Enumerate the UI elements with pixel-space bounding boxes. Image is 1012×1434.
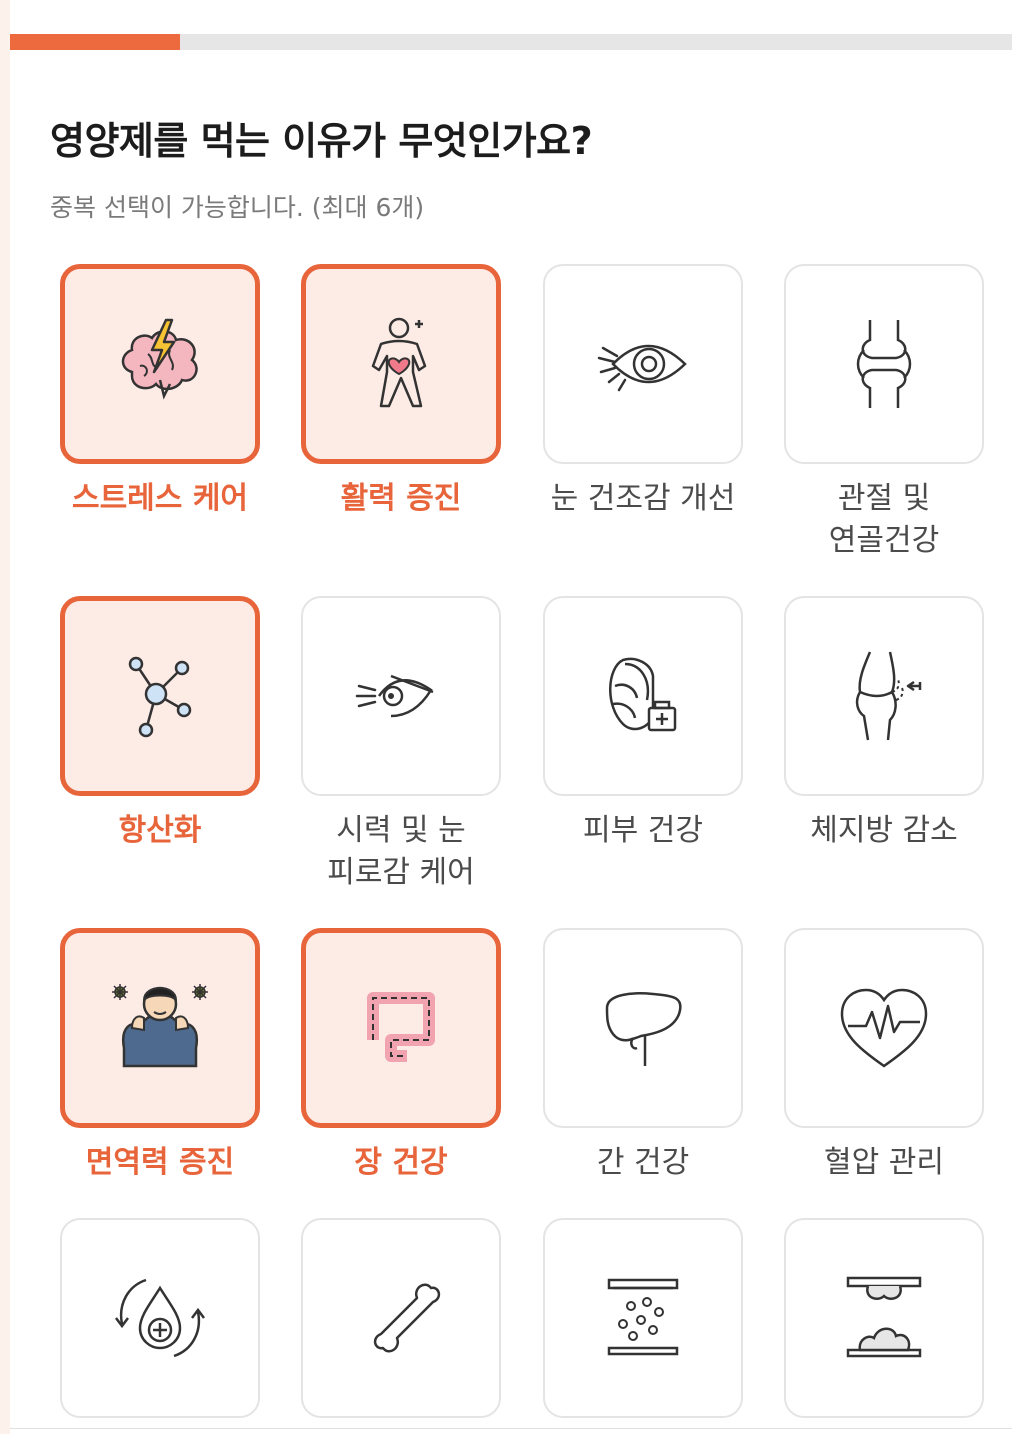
- waist-icon: [855, 651, 922, 741]
- option-card[interactable]: [301, 264, 501, 464]
- option-label: 관절 및 연골건강: [828, 481, 940, 558]
- particles-press-icon: [607, 1278, 679, 1356]
- blood-drop-cycle-icon: [115, 1278, 205, 1358]
- option-card[interactable]: [784, 1218, 984, 1418]
- option-card[interactable]: [784, 928, 984, 1128]
- liver-icon: [605, 992, 682, 1066]
- option-body-fat[interactable]: 체지방 감소: [784, 596, 984, 852]
- heart-pulse-icon: [840, 988, 928, 1068]
- page-subtitle: 중복 선택이 가능합니다. (최대 6개): [50, 193, 425, 222]
- option-row4-4[interactable]: [784, 1218, 984, 1418]
- page-title: 영양제를 먹는 이유가 무엇인가요?: [50, 119, 593, 163]
- intestine-icon: [367, 992, 435, 1062]
- option-eye-strain[interactable]: 시력 및 눈 피로감 케어: [301, 596, 501, 894]
- option-card[interactable]: [543, 596, 743, 796]
- progress-bar: [10, 34, 1012, 50]
- option-gut[interactable]: 장 건강: [301, 928, 501, 1184]
- option-row4-2[interactable]: [301, 1218, 501, 1418]
- option-label: 간 건강: [596, 1145, 690, 1180]
- option-label: 활력 증진: [340, 481, 462, 516]
- option-card[interactable]: [60, 928, 260, 1128]
- option-card[interactable]: [301, 596, 501, 796]
- option-label: 시력 및 눈 피로감 케어: [327, 813, 475, 890]
- eye-strain-icon: [355, 674, 434, 718]
- option-card[interactable]: [784, 264, 984, 464]
- option-label: 스트레스 케어: [71, 481, 249, 516]
- option-row4-3[interactable]: [543, 1218, 743, 1418]
- option-skin[interactable]: 피부 건강: [543, 596, 743, 852]
- left-edge-strip: [0, 0, 10, 1434]
- option-card[interactable]: [60, 596, 260, 796]
- bottom-divider: [10, 1428, 1012, 1429]
- option-liver[interactable]: 간 건강: [543, 928, 743, 1184]
- skin-care-icon: [609, 657, 677, 732]
- joint-icon: [856, 320, 912, 408]
- option-card[interactable]: [301, 928, 501, 1128]
- option-label: 면역력 증진: [85, 1145, 235, 1180]
- option-immunity[interactable]: 면역력 증진: [60, 928, 260, 1184]
- option-antioxidant[interactable]: 항산화: [60, 596, 260, 852]
- option-card[interactable]: [543, 264, 743, 464]
- progress-fill: [10, 34, 181, 50]
- option-label: 눈 건조감 개선: [550, 481, 736, 516]
- option-label: 피부 건강: [583, 813, 703, 848]
- option-label: 혈압 관리: [824, 1145, 944, 1180]
- vitality-person-icon: [371, 317, 427, 408]
- option-label: 체지방 감소: [810, 813, 958, 848]
- option-label: 항산화: [118, 813, 202, 848]
- press-mound-icon: [846, 1276, 922, 1358]
- option-label: 장 건강: [354, 1145, 448, 1180]
- stress-brain-icon: [121, 318, 198, 400]
- option-vitality[interactable]: 활력 증진: [301, 264, 501, 520]
- option-stress-care[interactable]: 스트레스 케어: [60, 264, 260, 520]
- molecule-icon: [128, 656, 192, 738]
- option-card[interactable]: [784, 596, 984, 796]
- dry-eye-icon: [597, 344, 687, 392]
- option-card[interactable]: [60, 1218, 260, 1418]
- bone-icon: [373, 1283, 441, 1353]
- option-card[interactable]: [543, 928, 743, 1128]
- immune-person-icon: [112, 984, 208, 1068]
- option-row4-1[interactable]: [60, 1218, 260, 1418]
- option-blood-pressure[interactable]: 혈압 관리: [784, 928, 984, 1184]
- option-dry-eye[interactable]: 눈 건조감 개선: [543, 264, 743, 520]
- option-card[interactable]: [543, 1218, 743, 1418]
- option-joint[interactable]: 관절 및 연골건강: [784, 264, 984, 562]
- option-card[interactable]: [301, 1218, 501, 1418]
- option-card[interactable]: [60, 264, 260, 464]
